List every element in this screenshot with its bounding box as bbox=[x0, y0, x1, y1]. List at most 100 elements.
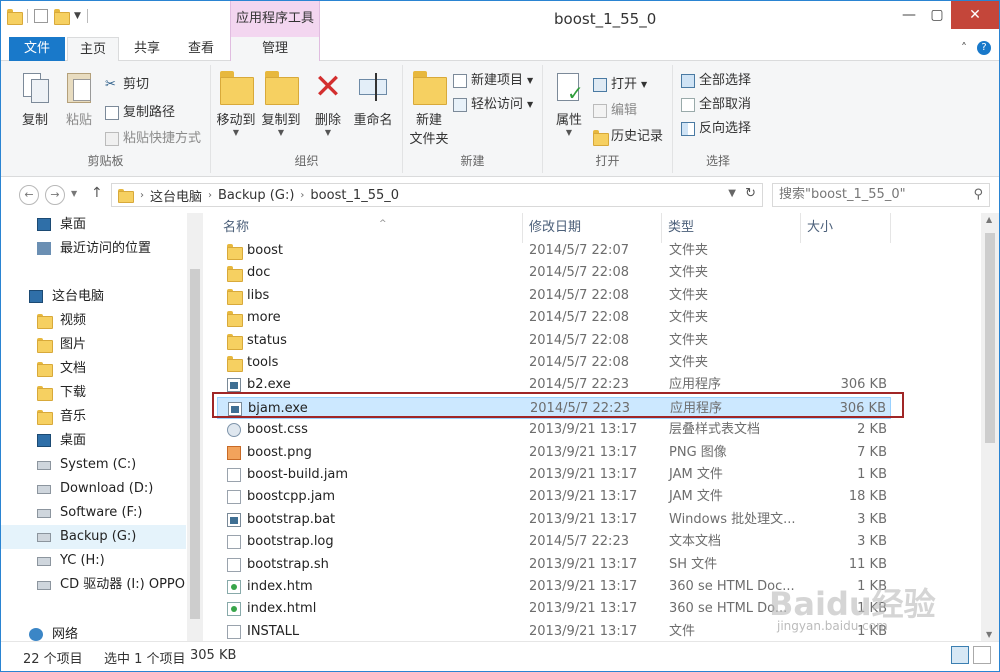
table-row[interactable]: bootstrap.sh 2013/9/21 13:17 SH 文件 11 KB bbox=[217, 554, 891, 576]
sidebar-item[interactable]: CD 驱动器 (I:) OPPO bbox=[1, 573, 186, 597]
search-icon[interactable]: ⚲ bbox=[973, 184, 983, 206]
table-row[interactable]: libs 2014/5/7 22:08 文件夹 bbox=[217, 285, 891, 307]
breadcrumb-current-folder[interactable]: boost_1_55_0 bbox=[304, 188, 405, 203]
tab-manage[interactable]: 管理 bbox=[230, 37, 320, 61]
details-view-button[interactable] bbox=[951, 646, 969, 664]
close-button[interactable]: ✕ bbox=[951, 1, 999, 29]
select-none-button[interactable]: 全部取消 bbox=[681, 95, 751, 115]
breadcrumb-this-pc[interactable]: 这台电脑 bbox=[144, 186, 208, 205]
properties-icon[interactable] bbox=[34, 9, 48, 23]
desktop-icon bbox=[37, 434, 51, 447]
file-list-scrollbar[interactable]: ▲ ▼ bbox=[981, 213, 999, 641]
sidebar-item[interactable]: YC (H:) bbox=[1, 549, 186, 573]
column-header-type[interactable]: 类型 bbox=[662, 213, 801, 243]
back-button[interactable]: ← bbox=[19, 185, 39, 205]
sidebar-item[interactable]: 视频 bbox=[1, 309, 186, 333]
select-all-button[interactable]: 全部选择 bbox=[681, 71, 751, 91]
sidebar-item[interactable]: 图片 bbox=[1, 333, 186, 357]
tab-share[interactable]: 共享 bbox=[123, 37, 171, 61]
sidebar-item[interactable]: 桌面 bbox=[1, 213, 186, 237]
tab-home[interactable]: 主页 bbox=[67, 37, 119, 62]
table-row[interactable]: more 2014/5/7 22:08 文件夹 bbox=[217, 307, 891, 329]
new-folder-label-1: 新建 bbox=[415, 113, 442, 128]
chevron-down-icon: ▼ bbox=[565, 128, 573, 137]
paste-button[interactable]: 粘贴 bbox=[59, 71, 99, 128]
table-row[interactable]: boost.png 2013/9/21 13:17 PNG 图像 7 KB bbox=[217, 442, 891, 464]
new-folder-icon[interactable] bbox=[54, 9, 70, 25]
table-row[interactable]: status 2014/5/7 22:08 文件夹 bbox=[217, 330, 891, 352]
file-type: SH 文件 bbox=[669, 556, 718, 572]
minimize-button[interactable]: — bbox=[895, 1, 923, 29]
recent-locations-chevron-icon[interactable]: ▼ bbox=[71, 189, 77, 198]
table-row[interactable]: boost.css 2013/9/21 13:17 层叠样式表文档 2 KB bbox=[217, 419, 891, 441]
rename-button[interactable]: 重命名 bbox=[351, 71, 395, 128]
scroll-down-arrow-icon[interactable]: ▼ bbox=[986, 630, 992, 639]
videos-icon bbox=[37, 314, 53, 329]
nav-pane-scrollbar[interactable] bbox=[187, 213, 203, 641]
sidebar-item-label: 图片 bbox=[60, 337, 87, 352]
copy-to-button[interactable]: 复制到 ▼ bbox=[259, 71, 303, 137]
sidebar-item[interactable]: 音乐 bbox=[1, 405, 186, 429]
cut-button[interactable]: ✂ 剪切 bbox=[105, 75, 149, 95]
chevron-up-icon[interactable]: ˄ bbox=[961, 41, 967, 55]
scroll-up-arrow-icon[interactable]: ▲ bbox=[986, 215, 992, 224]
sidebar-item[interactable]: System (C:) bbox=[1, 453, 186, 477]
tab-view[interactable]: 查看 bbox=[177, 37, 225, 61]
search-box[interactable]: 搜索"boost_1_55_0" ⚲ bbox=[772, 183, 990, 207]
file-date: 2014/5/7 22:08 bbox=[529, 355, 629, 370]
edit-button[interactable]: 编辑 bbox=[593, 101, 637, 121]
chevron-down-icon: ▼ bbox=[641, 80, 648, 89]
column-header-date[interactable]: 修改日期 bbox=[523, 213, 662, 243]
file-size: 11 KB bbox=[848, 556, 887, 572]
breadcrumb-backup-drive[interactable]: Backup (G:) bbox=[212, 188, 300, 203]
new-item-button[interactable]: 新建项目 ▼ bbox=[453, 71, 533, 91]
table-row[interactable]: doc 2014/5/7 22:08 文件夹 bbox=[217, 262, 891, 284]
column-header-size[interactable]: 大小 bbox=[801, 213, 891, 243]
column-header-name[interactable]: 名称 ^ bbox=[217, 213, 523, 243]
table-row[interactable]: boost-build.jam 2013/9/21 13:17 JAM 文件 1 KB bbox=[217, 464, 891, 486]
sidebar-item[interactable]: 文档 bbox=[1, 357, 186, 381]
sidebar-item[interactable]: Software (F:) bbox=[1, 501, 186, 525]
properties-button[interactable]: ✓ 属性 ▼ bbox=[549, 71, 589, 137]
open-button[interactable]: 打开 ▼ bbox=[593, 75, 647, 95]
sidebar-item[interactable]: Download (D:) bbox=[1, 477, 186, 501]
chevron-down-icon[interactable]: ▼ bbox=[728, 188, 736, 199]
file-list-scroll-thumb[interactable] bbox=[985, 233, 995, 443]
sidebar-item[interactable]: 桌面 bbox=[1, 429, 186, 453]
up-arrow-icon[interactable]: ↑ bbox=[91, 185, 103, 201]
copy-path-button[interactable]: 复制路径 bbox=[105, 103, 175, 123]
table-row[interactable]: boost 2014/5/7 22:07 文件夹 bbox=[217, 240, 891, 262]
sidebar-item[interactable]: 下载 bbox=[1, 381, 186, 405]
sidebar-item[interactable]: 最近访问的位置 bbox=[1, 237, 186, 261]
drive-icon bbox=[37, 557, 51, 566]
move-to-button[interactable]: 移动到 ▼ bbox=[215, 71, 257, 137]
delete-button[interactable]: ✕ 删除 ▼ bbox=[311, 70, 345, 137]
tab-file[interactable]: 文件 bbox=[9, 37, 65, 61]
easy-access-button[interactable]: 轻松访问 ▼ bbox=[453, 95, 533, 115]
new-group-label: 新建 bbox=[460, 154, 485, 168]
paste-shortcut-button[interactable]: 粘贴快捷方式 bbox=[105, 129, 201, 149]
easy-access-label: 轻松访问 bbox=[471, 97, 524, 112]
paste-shortcut-icon bbox=[105, 132, 119, 146]
help-icon[interactable]: ? bbox=[977, 41, 991, 55]
sidebar-item[interactable]: Backup (G:) bbox=[1, 525, 186, 549]
maximize-button[interactable]: ▢ bbox=[923, 1, 951, 29]
forward-button[interactable]: → bbox=[45, 185, 65, 205]
refresh-icon[interactable]: ↻ bbox=[745, 186, 756, 201]
documents-icon bbox=[37, 362, 53, 377]
chevron-down-icon[interactable]: ▼ bbox=[74, 11, 81, 21]
address-bar[interactable]: › 这台电脑 › Backup (G:) › boost_1_55_0 ▼ ↻ bbox=[111, 183, 763, 207]
table-row[interactable]: bootstrap.log 2014/5/7 22:23 文本文档 3 KB bbox=[217, 531, 891, 553]
table-row[interactable]: bootstrap.bat 2013/9/21 13:17 Windows 批处理文… bbox=[217, 509, 891, 531]
invert-selection-button[interactable]: 反向选择 bbox=[681, 119, 751, 139]
sidebar-item[interactable]: 这台电脑 bbox=[1, 285, 186, 309]
table-row[interactable]: tools 2014/5/7 22:08 文件夹 bbox=[217, 352, 891, 374]
nav-pane-scroll-thumb[interactable] bbox=[190, 269, 200, 619]
file-date: 2013/9/21 13:17 bbox=[529, 623, 638, 639]
large-icons-view-button[interactable] bbox=[973, 646, 991, 664]
table-row[interactable]: boostcpp.jam 2013/9/21 13:17 JAM 文件 18 KB bbox=[217, 486, 891, 508]
history-button[interactable]: 历史记录 bbox=[593, 127, 663, 147]
copy-button[interactable]: 复制 bbox=[15, 71, 55, 128]
file-name: boost bbox=[247, 243, 284, 258]
new-folder-button[interactable]: 新建 文件夹 bbox=[407, 71, 451, 147]
